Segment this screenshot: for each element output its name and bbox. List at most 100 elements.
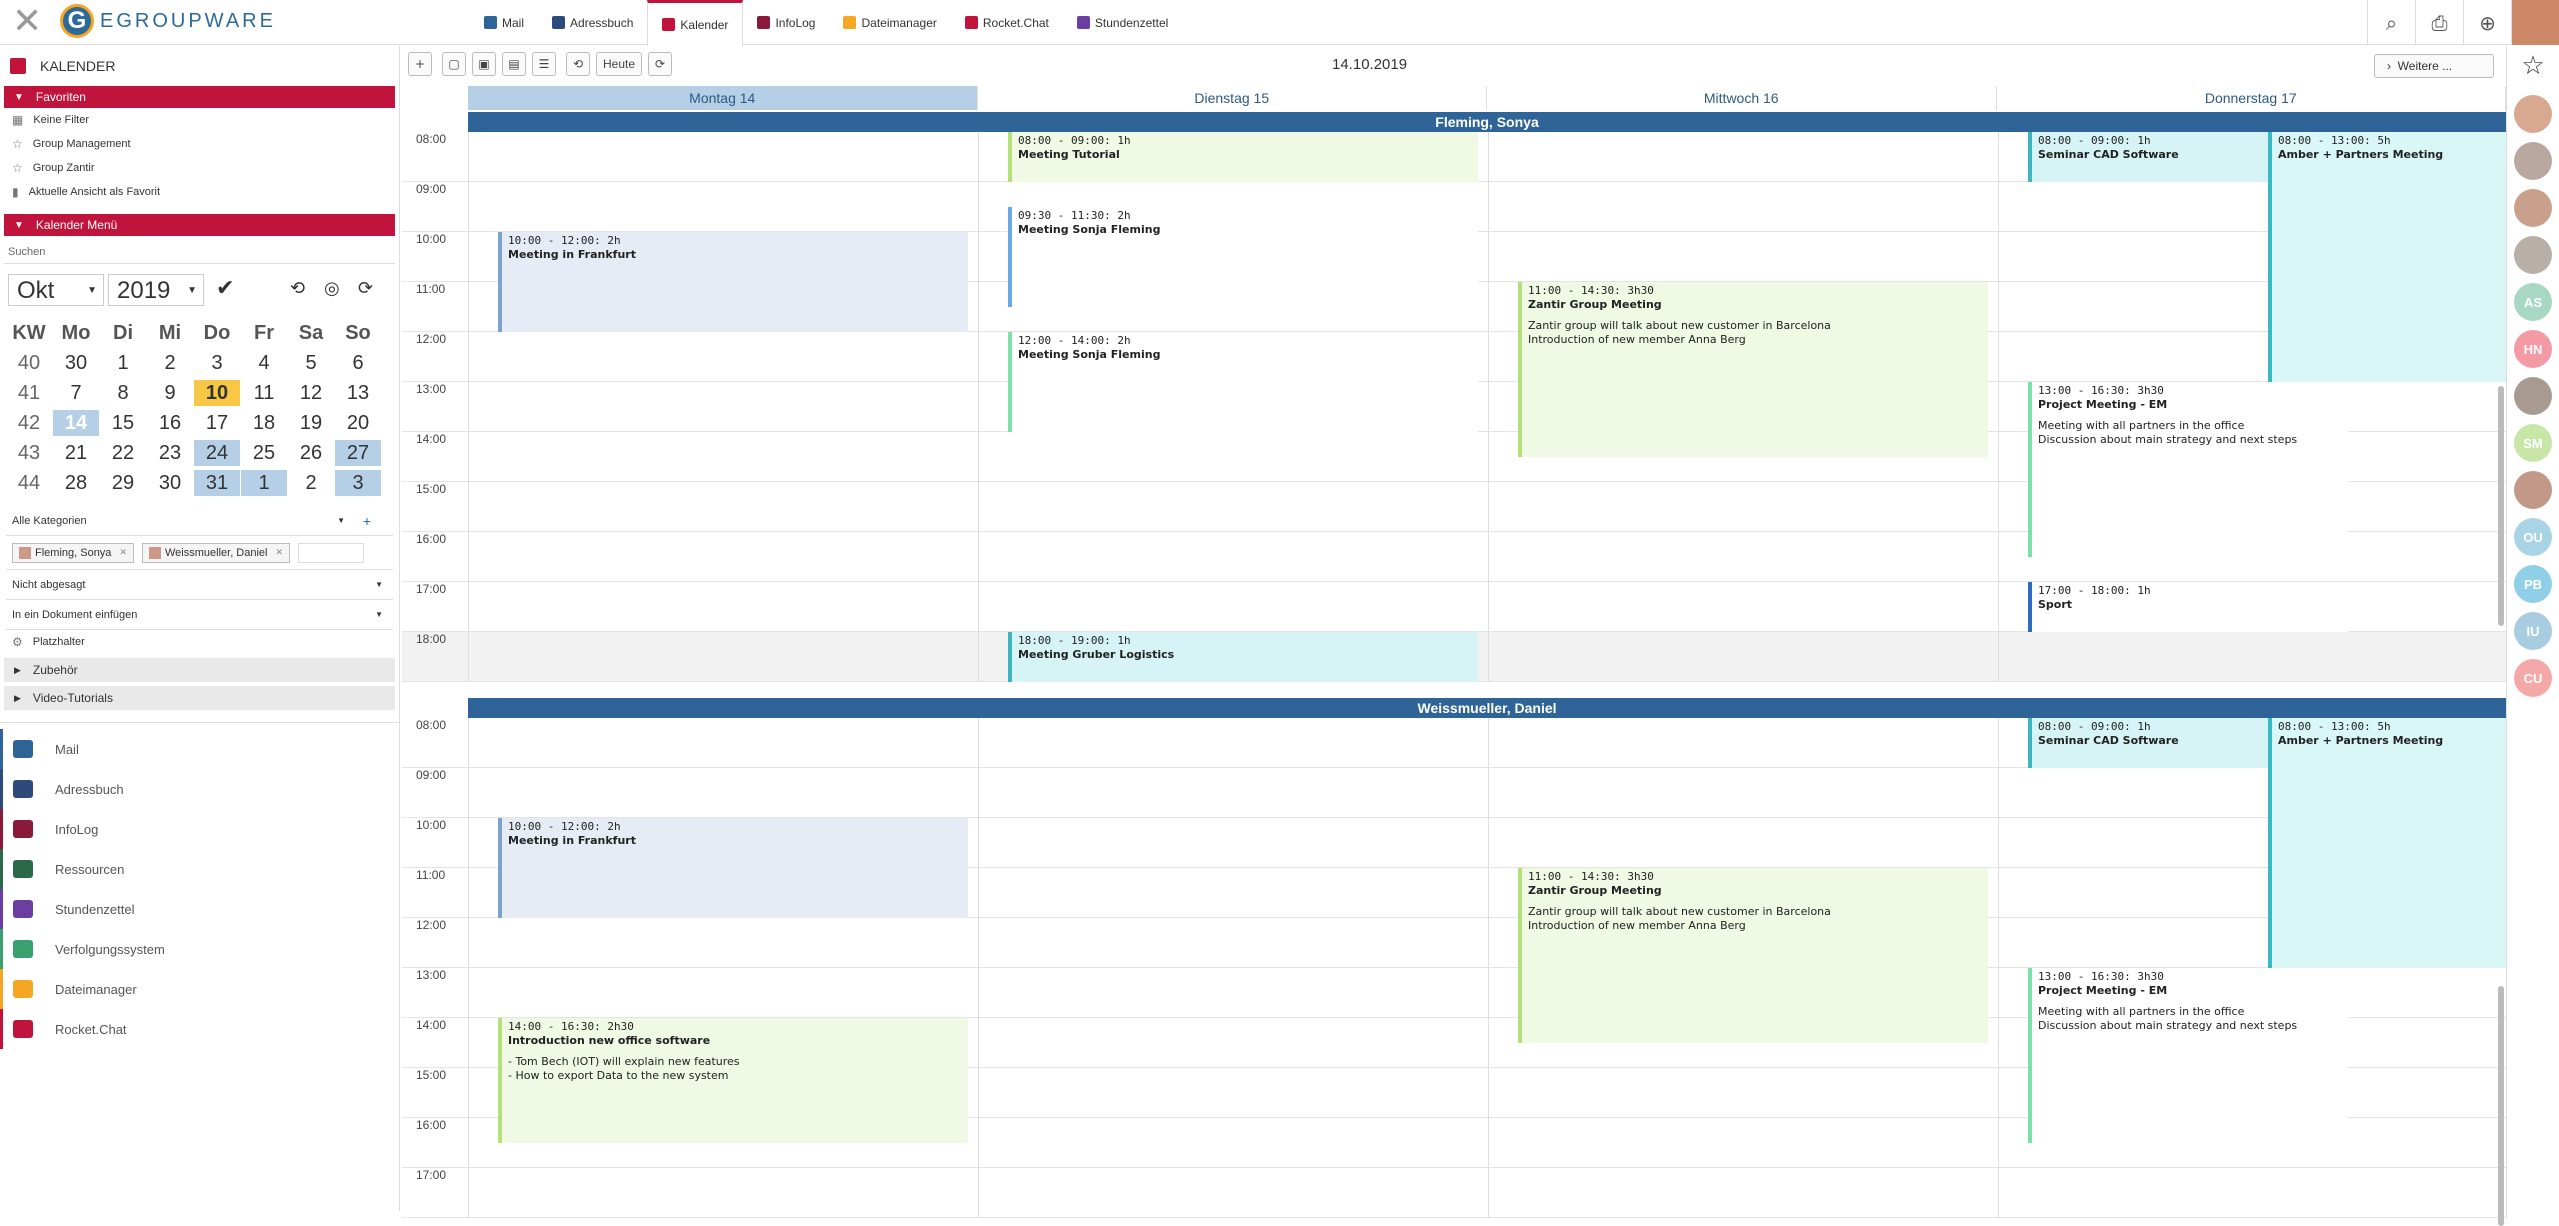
- prev-icon[interactable]: ⟲: [566, 52, 590, 76]
- day-cell[interactable]: 2: [147, 350, 193, 376]
- contact-avatar[interactable]: CU: [2514, 659, 2552, 697]
- sidebar-app-adressbuch[interactable]: Adressbuch: [0, 769, 399, 809]
- prev-icon[interactable]: ⟲: [290, 278, 305, 299]
- tab-stundenzettel[interactable]: Stundenzettel: [1063, 0, 1182, 45]
- month-view-icon[interactable]: ▤: [502, 52, 526, 76]
- day-cell[interactable]: 1: [100, 350, 146, 376]
- status-select[interactable]: Nicht abgesagt ▼: [6, 570, 393, 600]
- next-icon[interactable]: ⟳: [358, 278, 373, 299]
- favorite-item[interactable]: ▦ Keine Filter: [0, 108, 399, 132]
- collapsible-zubehoer[interactable]: ▶ Zubehör: [4, 658, 395, 682]
- sidebar-app-dateimanager[interactable]: Dateimanager: [0, 969, 399, 1009]
- search-input[interactable]: Suchen: [4, 242, 395, 264]
- day-cell[interactable]: 21: [53, 440, 99, 466]
- favorites-header[interactable]: ▼ Favoriten: [4, 86, 395, 108]
- tab-infolog[interactable]: InfoLog: [743, 0, 829, 45]
- day-cell[interactable]: 29: [100, 470, 146, 496]
- tab-rocketchat[interactable]: Rocket.Chat: [951, 0, 1063, 45]
- day-cell[interactable]: 30: [53, 350, 99, 376]
- contact-avatar[interactable]: PB: [2514, 565, 2552, 603]
- search-icon[interactable]: ⌕: [2367, 0, 2415, 45]
- tab-adressbuch[interactable]: Adressbuch: [538, 0, 647, 45]
- day-cell[interactable]: 15: [100, 410, 146, 436]
- calendar-menu-header[interactable]: ▼ Kalender Menü: [4, 214, 395, 236]
- contact-avatar[interactable]: [2514, 471, 2552, 509]
- day-cell[interactable]: 3: [194, 350, 240, 376]
- sidebar-app-verfolgungssystem[interactable]: Verfolgungssystem: [0, 929, 399, 969]
- contact-avatar[interactable]: HN: [2514, 330, 2552, 368]
- calendar-event[interactable]: 09:30 - 11:30: 2h Meeting Sonja Fleming: [1008, 207, 1478, 307]
- contact-avatar[interactable]: IU: [2514, 612, 2552, 650]
- day-cell[interactable]: 23: [147, 440, 193, 466]
- next-icon[interactable]: ⟳: [648, 52, 673, 76]
- contact-avatar[interactable]: AS: [2514, 283, 2552, 321]
- calendar-event[interactable]: 14:00 - 16:30: 2h30 Introduction new offi…: [498, 1018, 968, 1143]
- scrollbar[interactable]: [2498, 386, 2504, 626]
- scrollbar[interactable]: [2498, 986, 2504, 1226]
- calendar-event[interactable]: 10:00 - 12:00: 2h Meeting in Frankfurt: [498, 818, 968, 918]
- owner-chip[interactable]: Weissmueller, Daniel ✕: [141, 542, 291, 563]
- contact-avatar[interactable]: [2514, 377, 2552, 415]
- calendar-event[interactable]: 11:00 - 14:30: 3h30 Zantir Group Meeting Z…: [1518, 282, 1988, 457]
- day-cell[interactable]: 5: [288, 350, 334, 376]
- calendar-event[interactable]: 13:00 - 16:30: 3h30 Project Meeting - EM M…: [2028, 968, 2348, 1143]
- calendar-event[interactable]: 08:00 - 09:00: 1h Meeting Tutorial: [1008, 132, 1478, 182]
- calendar-event[interactable]: 11:00 - 14:30: 3h30 Zantir Group Meeting Z…: [1518, 868, 1988, 1043]
- calendar-event[interactable]: 08:00 - 09:00: 1h Seminar CAD Software: [2028, 718, 2268, 768]
- today-icon[interactable]: ◎: [324, 278, 340, 299]
- day-cell[interactable]: 11: [241, 380, 287, 406]
- favorite-item[interactable]: ▮ Aktuelle Ansicht als Favorit: [0, 180, 399, 204]
- day-cell[interactable]: 17: [194, 410, 240, 436]
- calendar-event[interactable]: 08:00 - 13:00: 5h Amber + Partners Meetin…: [2268, 132, 2508, 382]
- day-cell[interactable]: 27: [335, 440, 381, 466]
- print-icon[interactable]: ⎙: [2415, 0, 2463, 45]
- sidebar-app-mail[interactable]: Mail: [0, 729, 399, 769]
- week-view-icon[interactable]: ▣: [472, 52, 496, 76]
- day-cell[interactable]: 3: [335, 470, 381, 496]
- sidebar-app-rocketchat[interactable]: Rocket.Chat: [0, 1009, 399, 1049]
- tab-mail[interactable]: Mail: [470, 0, 538, 45]
- calendar-event[interactable]: 08:00 - 09:00: 1h Seminar CAD Software: [2028, 132, 2268, 182]
- calendar-event[interactable]: 12:00 - 14:00: 2h Meeting Sonja Fleming: [1008, 332, 1478, 432]
- tab-dateimanager[interactable]: Dateimanager: [829, 0, 950, 45]
- star-icon[interactable]: ☆: [2506, 46, 2559, 86]
- tab-kalender[interactable]: Kalender: [647, 0, 744, 46]
- day-cell[interactable]: 10: [194, 380, 240, 406]
- day-cell[interactable]: 6: [335, 350, 381, 376]
- day-cell[interactable]: 26: [288, 440, 334, 466]
- day-cell[interactable]: 2: [288, 470, 334, 496]
- close-icon[interactable]: ✕: [119, 548, 127, 558]
- add-category-icon[interactable]: +: [363, 513, 371, 529]
- day-cell[interactable]: 20: [335, 410, 381, 436]
- user-avatar[interactable]: [2511, 0, 2559, 45]
- day-cell[interactable]: 18: [241, 410, 287, 436]
- favorite-item[interactable]: ☆ Group Management: [0, 132, 399, 156]
- owner-chip[interactable]: Fleming, Sonya ✕: [12, 542, 134, 563]
- calendar-event[interactable]: 13:00 - 16:30: 3h30 Project Meeting - EM M…: [2028, 382, 2348, 557]
- day-cell[interactable]: 9: [147, 380, 193, 406]
- day-cell[interactable]: 19: [288, 410, 334, 436]
- favorite-item[interactable]: ☆ Group Zantir: [0, 156, 399, 180]
- contact-avatar[interactable]: [2514, 189, 2552, 227]
- close-icon[interactable]: ✕: [276, 548, 284, 558]
- day-view-icon[interactable]: ▢: [442, 52, 466, 76]
- day-cell[interactable]: 31: [194, 470, 240, 496]
- day-cell[interactable]: 14: [53, 410, 99, 436]
- collapsible-video-tutorials[interactable]: ▶ Video-Tutorials: [4, 686, 395, 710]
- more-button[interactable]: › Weitere ...: [2374, 54, 2494, 78]
- day-cell[interactable]: 28: [53, 470, 99, 496]
- calendar-event[interactable]: 18:00 - 19:00: 1h Meeting Gruber Logistic…: [1008, 632, 1478, 682]
- check-icon[interactable]: ✔: [216, 276, 234, 301]
- today-button[interactable]: Heute: [596, 52, 643, 76]
- owner-input[interactable]: [298, 542, 365, 563]
- contact-avatar[interactable]: OU: [2514, 518, 2552, 556]
- calendar-event[interactable]: 17:00 - 18:00: 1h Sport: [2028, 582, 2348, 632]
- calendar-event[interactable]: 08:00 - 13:00: 5h Amber + Partners Meetin…: [2268, 718, 2508, 968]
- day-cell[interactable]: 7: [53, 380, 99, 406]
- list-view-icon[interactable]: ☰: [532, 52, 556, 76]
- sidebar-app-infolog[interactable]: InfoLog: [0, 809, 399, 849]
- day-cell[interactable]: 16: [147, 410, 193, 436]
- day-cell[interactable]: 1: [241, 470, 287, 496]
- add-icon[interactable]: ⊕: [2463, 0, 2511, 45]
- day-cell[interactable]: 24: [194, 440, 240, 466]
